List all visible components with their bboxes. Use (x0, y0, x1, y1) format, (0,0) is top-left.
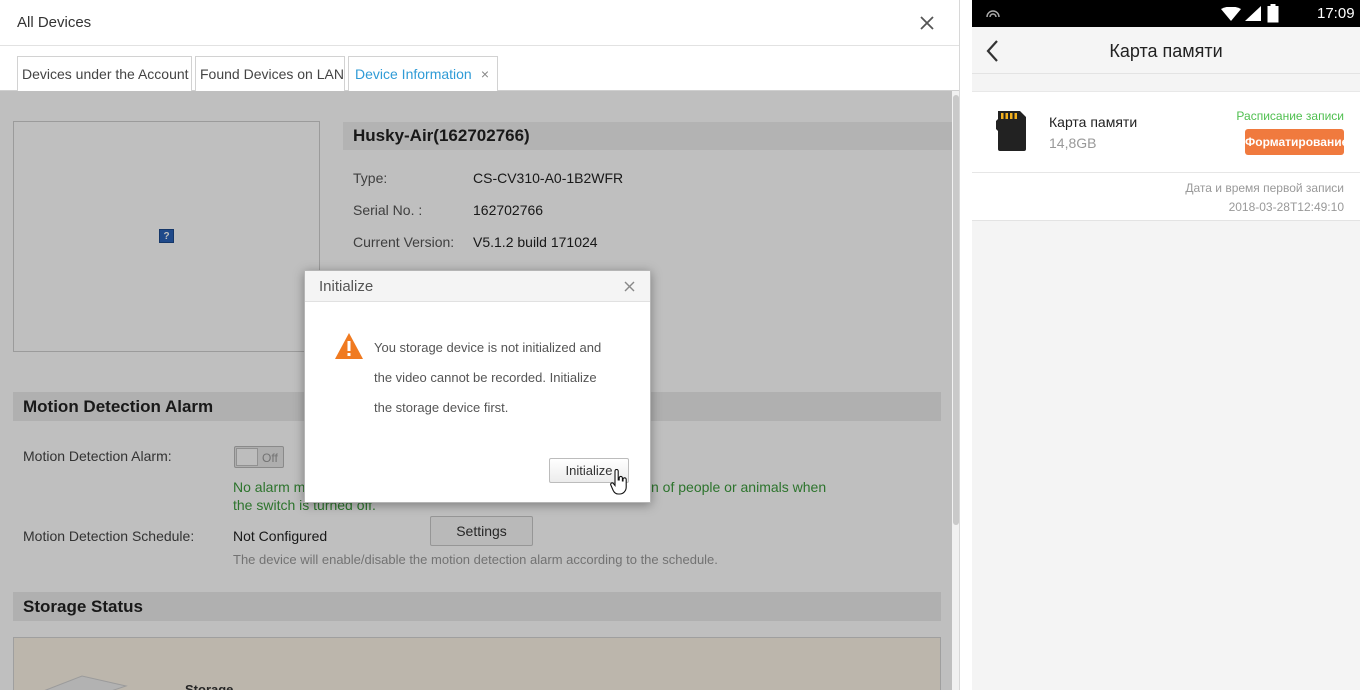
tab-devices-under-account[interactable]: Devices under the Account (17, 56, 192, 92)
warning-icon (335, 333, 363, 359)
status-time: 17:09 (1317, 5, 1355, 22)
close-icon[interactable] (622, 279, 637, 294)
wifi-icon (1221, 7, 1241, 21)
signal-icon (1245, 6, 1261, 21)
card-name: Карта памяти (1049, 114, 1138, 130)
close-icon[interactable] (914, 10, 940, 36)
scrollbar-thumb[interactable] (953, 95, 959, 525)
page-title: Карта памяти (1109, 41, 1223, 61)
dialog-titlebar: Initialize (305, 271, 650, 302)
scrollbar[interactable] (952, 91, 959, 690)
tab-label: Found Devices on LAN (200, 66, 344, 82)
tab-label: Devices under the Account (22, 66, 189, 82)
app-bar: Карта памяти (972, 27, 1360, 74)
dialog-message: You storage device is not initialized an… (374, 333, 636, 423)
dialog-message-line: the storage device first. (374, 400, 509, 415)
tab-bar: Devices under the Account Found Devices … (0, 46, 959, 93)
dialog-message-line: You storage device is not initialized an… (374, 340, 602, 355)
dialog-message-line: the video cannot be recorded. Initialize (374, 370, 597, 385)
tab-device-information[interactable]: Device Information × (348, 56, 498, 93)
window-titlebar: All Devices (0, 0, 959, 46)
window-title: All Devices (17, 14, 92, 31)
first-record-value: 2018-03-28T12:49:10 (1228, 200, 1344, 214)
tab-close-icon[interactable]: × (481, 57, 489, 91)
memory-card-panel: Карта памяти 14,8GB Расписание записи Фо… (972, 91, 1360, 221)
hand-cursor-icon (610, 469, 627, 495)
format-button[interactable]: Форматирование (1245, 129, 1348, 155)
initialize-dialog: Initialize You storage device is not ini… (304, 270, 651, 503)
sd-card-icon (996, 111, 1026, 151)
all-devices-window: All Devices Devices under the Account Fo… (0, 0, 960, 690)
phone-screen: 17:09 Карта памяти Карта памяти 14,8GB Р… (972, 0, 1360, 690)
tab-found-devices-lan[interactable]: Found Devices on LAN (195, 56, 345, 92)
tab-label: Device Information (355, 66, 472, 82)
record-schedule-link[interactable]: Расписание записи (1236, 109, 1344, 123)
status-bar: 17:09 (972, 0, 1360, 27)
first-record-label: Дата и время первой записи (1185, 181, 1344, 195)
sync-icon (986, 10, 1000, 18)
divider (972, 172, 1360, 173)
card-size: 14,8GB (1049, 135, 1097, 151)
dialog-title: Initialize (319, 278, 374, 295)
battery-icon (1267, 4, 1279, 23)
